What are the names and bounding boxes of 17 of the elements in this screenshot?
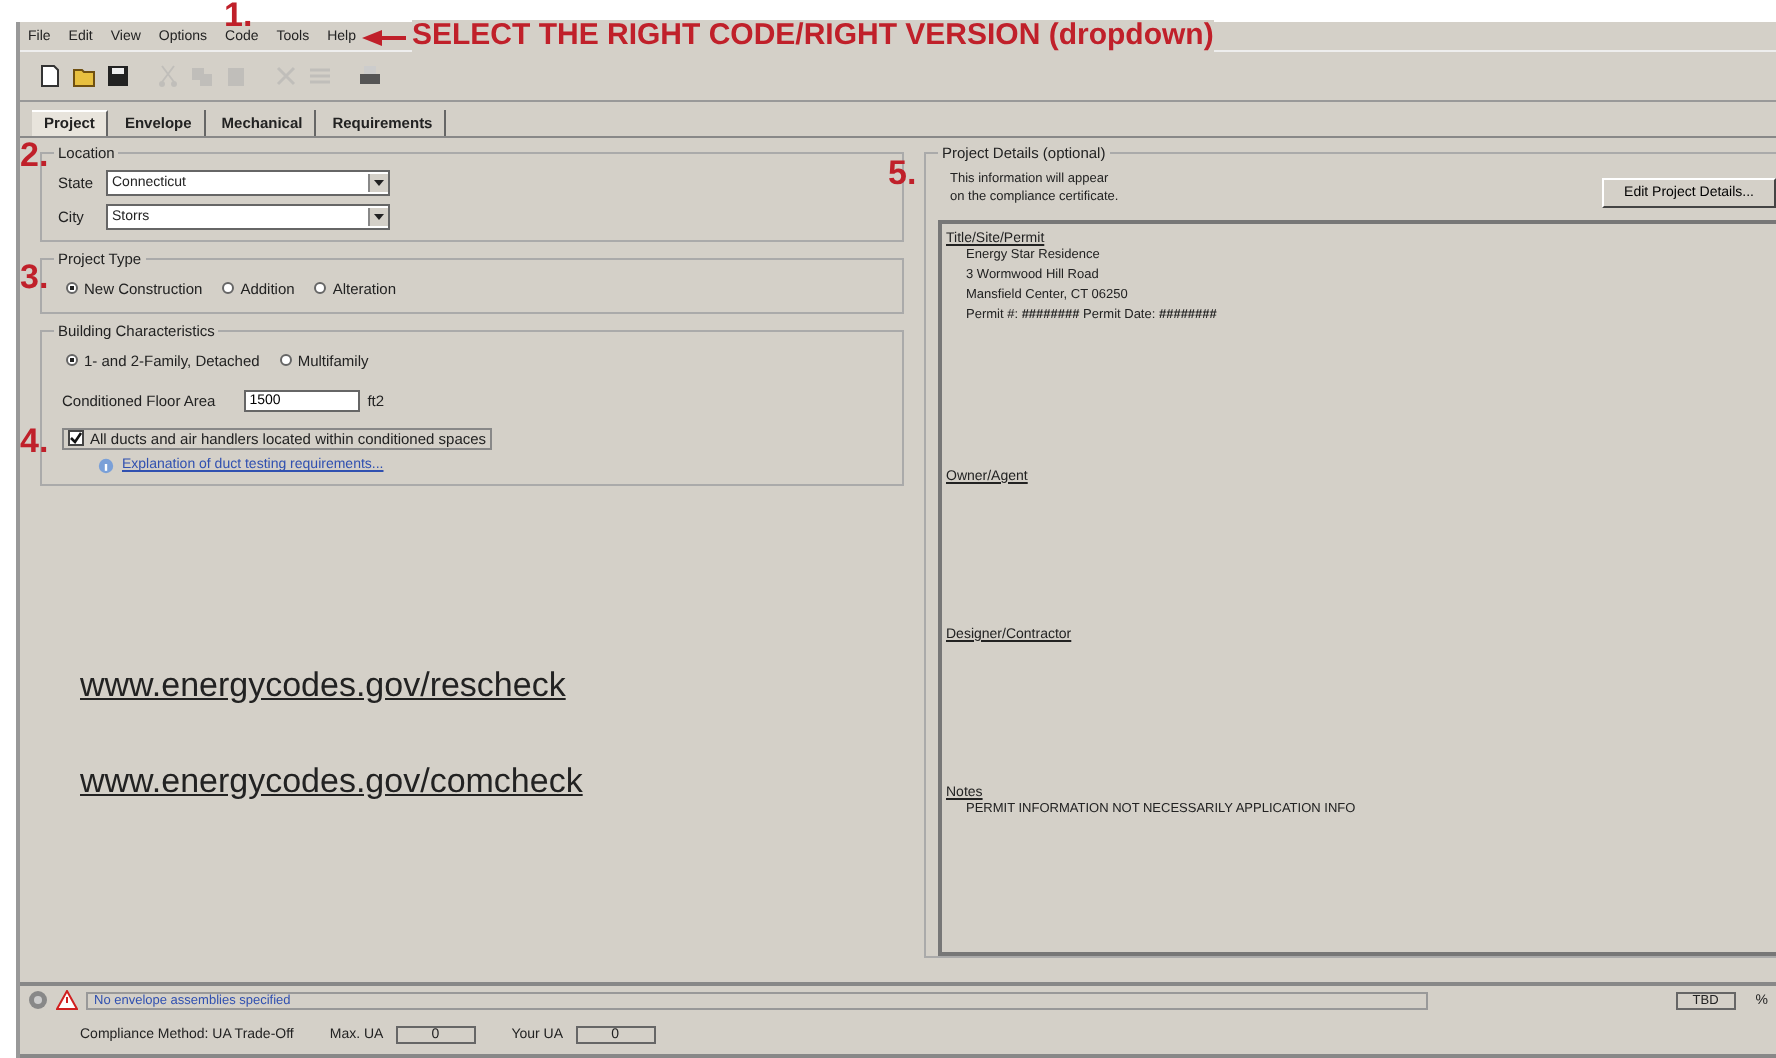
warning-icon (56, 990, 78, 1011)
printer-icon[interactable] (356, 62, 384, 90)
status-icon (28, 990, 48, 1011)
step-number: 5. (888, 156, 917, 192)
website-link[interactable]: www.energycodes.gov/rescheck (80, 665, 566, 706)
dropdown-arrow-icon (368, 173, 388, 192)
save-icon[interactable] (104, 62, 132, 90)
arrow-icon (362, 28, 406, 48)
annotation-text: SELECT THE RIGHT CODE/RIGHT VERSION (dropdown) (412, 20, 1214, 52)
info-icon (98, 457, 114, 474)
website-link[interactable]: www.energycodes.gov/comcheck (80, 761, 583, 802)
step-number: 4. (20, 424, 49, 460)
checkbox[interactable] (68, 430, 84, 447)
step-number: 3. (20, 260, 49, 296)
step-number: 2. (20, 138, 49, 174)
dropdown-arrow-icon (368, 207, 388, 226)
new-file-icon[interactable] (36, 62, 64, 90)
